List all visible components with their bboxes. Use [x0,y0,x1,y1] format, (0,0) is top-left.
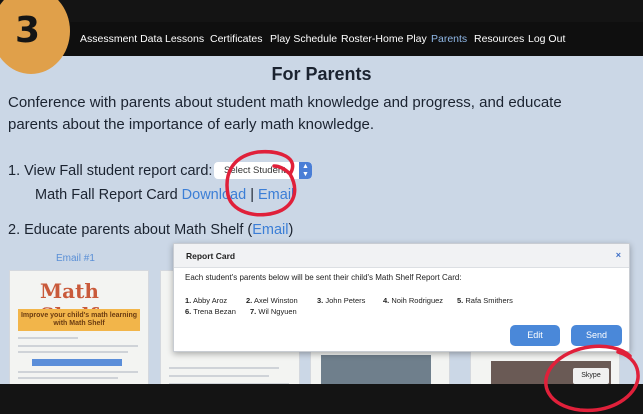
student-item: 2. Axel Winston [246,296,298,305]
screenshot-frame: Assessment Data Lessons Certificates Pla… [0,0,643,414]
email-photo [321,355,431,384]
bottom-border [0,384,643,414]
step1-label: 1. View Fall student report card: [8,163,213,179]
edit-button[interactable]: Edit [510,325,560,346]
email-banner: Improve your child's math learning with … [18,309,140,331]
student-item: 6. Trena Bezan [185,307,236,316]
email-preview-card-1[interactable]: Math Shelf Improve your child's math lea… [9,270,149,384]
report-card-row: Math Fall Report Card Download | Email [35,187,294,203]
nav-resources[interactable]: Resources [474,33,524,45]
nav-parents[interactable]: Parents [431,33,467,45]
download-link[interactable]: Download [182,187,247,203]
nav-play-schedule[interactable]: Play Schedule [270,33,337,45]
student-item: 3. John Peters [317,296,366,305]
modal-header: Report Card × [174,244,629,268]
step-number: 3 [15,10,41,51]
email-cta-button [32,359,122,366]
nav-assessment-data[interactable]: Assessment Data [80,33,162,45]
email-report-link[interactable]: Email [258,187,294,203]
send-button[interactable]: Send [571,325,622,346]
email-math-shelf-link[interactable]: Email [252,222,288,238]
intro-text-line-2: parents about the importance of early ma… [8,116,375,133]
step2-row: 2. Educate parents about Math Shelf (Ema… [8,222,293,238]
top-nav: Assessment Data Lessons Certificates Pla… [30,22,643,56]
student-select[interactable]: Select Student ▲ ▼ [214,162,312,179]
nav-roster-home-play[interactable]: Roster-Home Play [341,33,427,45]
nav-certificates[interactable]: Certificates [210,33,263,45]
link-separator: | [250,187,254,203]
student-select-value: Select Student [224,165,286,176]
modal-title: Report Card [186,251,236,261]
student-item: 5. Rafa Smithers [457,296,513,305]
report-card-modal: Report Card × Each student's parents bel… [173,243,630,352]
step2-label: 2. Educate parents about Math Shelf ( [8,222,253,238]
intro-text-line-1: Conference with parents about student ma… [8,94,562,111]
step2-close-paren: ) [288,222,294,238]
modal-description: Each student's parents below will be sen… [185,273,462,282]
select-arrows-icon: ▲ ▼ [299,162,312,179]
student-item: 4. Noih Rodriguez [383,296,444,305]
close-icon[interactable]: × [616,250,621,260]
nav-lessons[interactable]: Lessons [165,33,204,45]
page-title: For Parents [271,64,372,84]
skype-tooltip[interactable]: Skype [573,368,609,384]
student-item: 7. Wil Ngyuen [250,307,297,316]
nav-log-out[interactable]: Log Out [528,33,565,45]
report-card-label: Math Fall Report Card [35,187,178,203]
student-item: 1. Abby Aroz [185,296,228,305]
email-card-label[interactable]: Email #1 [56,253,95,264]
